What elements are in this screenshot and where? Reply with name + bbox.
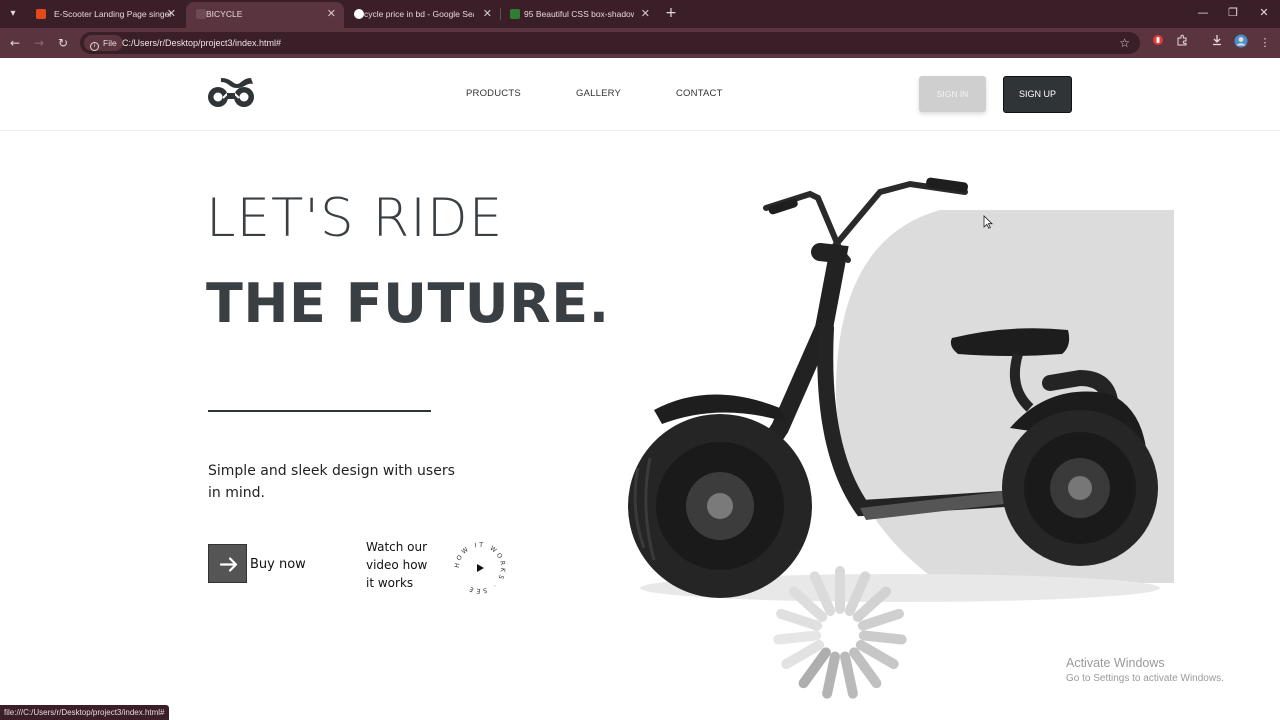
close-tab-icon[interactable]: ✕ [641,2,650,26]
tab-bicycle[interactable]: BICYCLE ✕ [186,2,344,28]
extension-red-icon[interactable] [1149,34,1167,52]
reload-icon[interactable]: ↻ [54,34,72,52]
restore-icon[interactable]: ❐ [1223,4,1243,22]
play-icon [477,564,484,572]
browser-tab-bar: ▾ E-Scooter Landing Page singel ✕ BICYCL… [0,0,1280,28]
browser-menu-icon[interactable]: ⋮ [1256,34,1274,52]
tab-escooter[interactable]: E-Scooter Landing Page singel ✕ [26,2,184,28]
browser-toolbar: ← → ↻ i File C:/Users/r/Desktop/project3/… [0,28,1280,58]
web-page: PRODUCTS GALLERY CONTACT SIGN IN SIGN UP… [0,58,1280,720]
bicycle-logo-icon[interactable] [207,76,257,110]
site-favicon-icon [510,9,520,19]
close-window-icon[interactable]: ✕ [1254,4,1274,22]
forward-icon[interactable]: → [30,34,48,52]
status-bar-url: file:///C:/Users/r/Desktop/project3/inde… [0,705,169,720]
download-icon[interactable] [1208,34,1226,52]
bookmark-star-icon[interactable]: ☆ [1119,32,1130,54]
tab-search-icon[interactable]: ▾ [4,5,22,23]
sign-up-button[interactable]: SIGN UP [1003,76,1072,113]
tab-title: 95 Beautiful CSS box-shadow e [524,9,634,19]
google-favicon-icon [354,9,364,19]
chip-label: File [103,38,117,48]
nav-contact[interactable]: CONTACT [676,88,723,99]
url-text[interactable]: C:/Users/r/Desktop/project3/index.html# [122,32,281,54]
page-favicon-icon [196,9,206,19]
activate-windows-title: Activate Windows [1066,656,1165,670]
extensions-puzzle-icon[interactable] [1173,34,1191,52]
loading-spinner-icon [773,566,907,699]
tab-title: BICYCLE [206,9,243,19]
activate-windows-subtitle: Go to Settings to activate Windows. [1066,673,1224,684]
site-header: PRODUCTS GALLERY CONTACT SIGN IN SIGN UP [0,58,1280,131]
buy-now-button[interactable] [208,544,247,583]
tab-css-box-shadow[interactable]: 95 Beautiful CSS box-shadow e ✕ [502,2,658,28]
nav-products[interactable]: PRODUCTS [466,88,521,99]
tab-google-search[interactable]: cycle price in bd - Google Sear ✕ [344,2,500,28]
new-tab-icon[interactable]: + [664,4,678,22]
sign-in-button[interactable]: SIGN IN [919,76,986,112]
figma-favicon-icon [36,9,46,19]
mouse-cursor-icon [983,215,993,229]
how-it-works-play-badge[interactable]: HOW IT WORKS · SEE [452,540,508,596]
watch-video-text: Watch our video how it works [366,540,428,590]
profile-avatar-icon[interactable] [1232,34,1250,52]
close-tab-icon[interactable]: ✕ [167,2,176,26]
hero-title-line1: LET'S RIDE [206,188,504,249]
minimize-icon[interactable]: — [1193,4,1213,22]
close-tab-icon[interactable]: ✕ [327,2,336,26]
arrow-right-icon [219,557,238,572]
info-icon: i [90,42,99,51]
hero-title-line2: THE FUTURE. [206,272,610,335]
hero-divider [208,410,431,412]
tab-separator [500,8,501,20]
tab-title: E-Scooter Landing Page singel [54,9,172,19]
back-icon[interactable]: ← [6,34,24,52]
site-info-chip[interactable]: i File [84,35,123,51]
hero-subtitle: Simple and sleek design with users in mi… [208,463,455,501]
buy-now-label[interactable]: Buy now [250,557,306,572]
close-tab-icon[interactable]: ✕ [483,2,492,26]
tab-title: cycle price in bd - Google Sear [364,9,474,19]
address-bar[interactable]: i File C:/Users/r/Desktop/project3/index.… [80,32,1140,54]
nav-gallery[interactable]: GALLERY [576,88,621,99]
